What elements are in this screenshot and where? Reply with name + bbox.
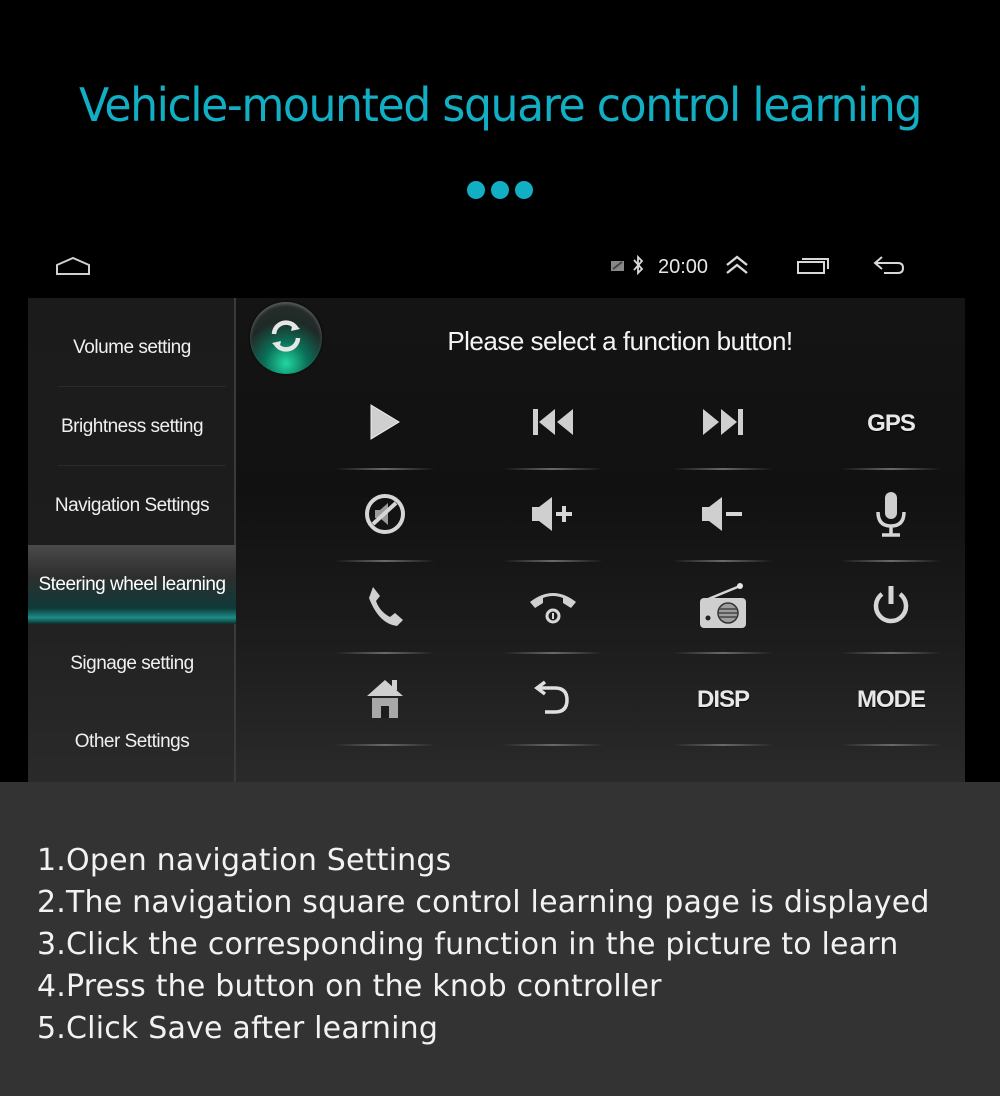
notification-icon — [610, 258, 626, 277]
head-unit-screen: 20:00 Volume setting Brightness setting … — [0, 240, 1000, 782]
gps-label: GPS — [867, 410, 916, 437]
function-button-disp[interactable]: DISP — [638, 654, 808, 746]
clock: 20:00 — [658, 255, 709, 278]
function-button-home[interactable] — [300, 654, 470, 746]
function-button-voice[interactable] — [806, 470, 976, 562]
function-button-mode[interactable]: MODE — [806, 654, 976, 746]
function-button-power[interactable] — [806, 562, 976, 654]
refresh-button[interactable] — [250, 302, 322, 374]
function-button-hang-up[interactable] — [468, 562, 638, 654]
function-button-gps[interactable]: GPS — [806, 378, 976, 470]
sidebar-item-label: Brightness setting — [60, 415, 204, 437]
radio-icon — [698, 582, 748, 634]
instruction-step: 2.The navigation square control learning… — [37, 885, 930, 920]
settings-sidebar: Volume setting Brightness setting Naviga… — [28, 298, 236, 782]
return-icon — [533, 678, 573, 722]
sidebar-item-other[interactable]: Other Settings — [28, 702, 236, 781]
sidebar-item-label: Other Settings — [74, 730, 190, 752]
mute-icon — [363, 492, 407, 540]
instruction-step: 4.Press the button on the knob controlle… — [37, 969, 662, 1004]
play-icon — [368, 403, 402, 445]
power-icon — [871, 584, 911, 632]
settings-content: Volume setting Brightness setting Naviga… — [28, 298, 965, 782]
sidebar-item-label: Volume setting — [73, 336, 191, 358]
function-button-volume-down[interactable] — [638, 470, 808, 562]
function-button-mute[interactable] — [300, 470, 470, 562]
refresh-icon — [266, 316, 306, 360]
function-button-call[interactable] — [300, 562, 470, 654]
sidebar-item-signage[interactable]: Signage setting — [28, 624, 236, 703]
mode-label: MODE — [857, 686, 926, 713]
sidebar-item-label: Steering wheel learning — [38, 573, 226, 595]
function-panel: Please select a function button! GPS DIS… — [240, 298, 965, 782]
previous-track-icon — [531, 407, 575, 441]
sidebar-item-brightness[interactable]: Brightness setting — [28, 387, 236, 466]
instructions-panel: 1.Open navigation Settings 2.The navigat… — [0, 782, 1000, 1096]
bluetooth-icon — [632, 254, 644, 279]
home-icon — [365, 676, 405, 724]
dot — [467, 181, 485, 199]
dot — [515, 181, 533, 199]
sidebar-item-label: Navigation Settings — [54, 494, 210, 516]
sidebar-item-label: Signage setting — [70, 652, 194, 674]
microphone-icon — [874, 490, 908, 542]
volume-up-icon — [530, 494, 576, 538]
next-track-icon — [701, 407, 745, 441]
back-icon[interactable] — [872, 254, 906, 280]
home-outline-icon[interactable] — [55, 256, 91, 280]
phone-answer-icon — [365, 584, 405, 632]
volume-down-icon — [700, 494, 746, 538]
function-button-radio[interactable] — [638, 562, 808, 654]
recent-apps-icon[interactable] — [796, 255, 830, 279]
expand-up-icon[interactable] — [724, 255, 750, 279]
sidebar-item-navigation[interactable]: Navigation Settings — [28, 466, 236, 545]
instruction-step: 3.Click the corresponding function in th… — [37, 927, 899, 962]
prompt-text: Please select a function button! — [447, 326, 793, 356]
phone-hangup-icon — [527, 586, 579, 630]
pagination-dots — [467, 181, 533, 199]
dot — [491, 181, 509, 199]
instruction-step: 1.Open navigation Settings — [37, 843, 452, 878]
function-button-volume-up[interactable] — [468, 470, 638, 562]
function-button-back[interactable] — [468, 654, 638, 746]
function-button-next[interactable] — [638, 378, 808, 470]
disp-label: DISP — [696, 686, 750, 713]
instruction-steps: 1.Open navigation Settings 2.The navigat… — [37, 840, 930, 1050]
sidebar-item-volume[interactable]: Volume setting — [28, 308, 236, 387]
hero-title: Vehicle-mounted square control learning — [78, 78, 922, 132]
sidebar-item-steering-wheel-learning[interactable]: Steering wheel learning — [28, 545, 236, 624]
function-button-previous[interactable] — [468, 378, 638, 470]
status-bar: 20:00 — [0, 240, 1000, 296]
function-button-play[interactable] — [300, 378, 470, 470]
instruction-step: 5.Click Save after learning — [37, 1011, 439, 1046]
